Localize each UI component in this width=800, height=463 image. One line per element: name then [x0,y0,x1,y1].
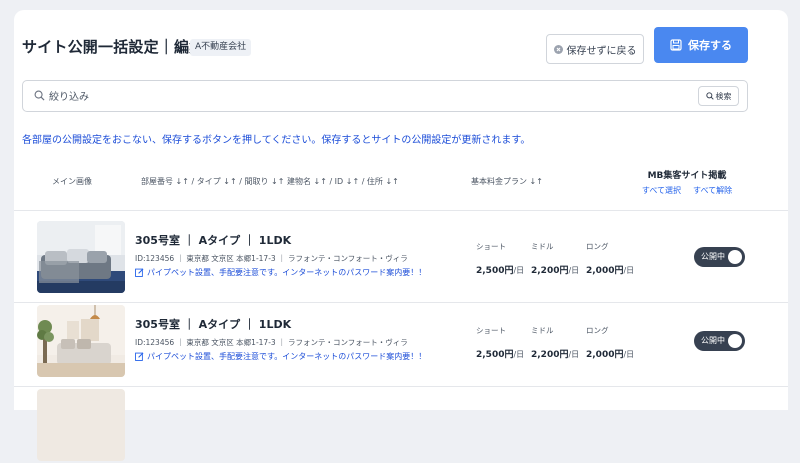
plan-label: ショート [476,326,506,335]
toggle-knob [728,334,742,348]
plan-label: ショート [476,242,506,251]
table-row: 305号室 ｜ Aタイプ ｜ 1LDK ID:123456 ｜ 東京都 文京区 … [14,210,788,295]
back-button-label: 保存せずに戻る [566,45,637,57]
page-title: サイト公開一括設定｜編集 [22,38,205,56]
search-icon [34,90,45,101]
floppy-disk-icon [670,39,682,51]
toggle-knob [728,250,742,264]
publish-toggle[interactable]: 公開中 [694,247,745,267]
room-meta: ID:123456 ｜ 東京都 文京区 本郷1-17-3 ｜ ラフォンテ・コンフ… [135,338,408,347]
edit-note-icon [135,268,144,277]
plan-price: 2,000円 [586,350,624,360]
search-bar: 検索 [22,80,748,112]
room-note: パイプペット設置、手配要注意です。インターネットのパスワード案内要！！ [135,351,426,362]
close-circle-icon [553,44,563,54]
plan-middle: ミドル 2,200円/日 [531,241,579,277]
plan-label: ロング [586,326,609,335]
column-header-mb-site: MB集客サイト掲載 [647,171,727,181]
column-header-plan[interactable]: 基本料金プラン ↓↑ [471,176,543,187]
room-photo [37,221,125,293]
plan-long: ロング 2,000円/日 [586,241,634,277]
plan-unit: /日 [623,266,635,275]
plan-unit: /日 [568,266,580,275]
plan-label: ロング [586,242,609,251]
plan-unit: /日 [513,350,525,359]
plan-short: ショート 2,500円/日 [476,241,524,277]
plan-short: ショート 2,500円/日 [476,325,524,361]
plan-middle: ミドル 2,200円/日 [531,325,579,361]
plan-label: ミドル [531,242,554,251]
plan-unit: /日 [623,350,635,359]
back-without-saving-button[interactable]: 保存せずに戻る [546,34,644,64]
room-meta: ID:123456 ｜ 東京都 文京区 本郷1-17-3 ｜ ラフォンテ・コンフ… [135,254,408,263]
room-note: パイプペット設置、手配要注意です。インターネットのパスワード案内要！！ [135,267,426,278]
publish-toggle[interactable]: 公開中 [694,331,745,351]
room-photo [37,305,125,377]
search-button-label: 検索 [715,91,732,101]
filter-input[interactable] [49,88,689,106]
save-button[interactable]: 保存する [654,27,748,63]
edit-note-icon [135,352,144,361]
plan-long: ロング 2,000円/日 [586,325,634,361]
plan-price: 2,000円 [586,266,624,276]
room-note-text: パイプペット設置、手配要注意です。インターネットのパスワード案内要！！ [147,268,427,277]
bulk-select-links: すべて選択 すべて解除 [632,185,742,196]
table-row [14,378,788,463]
plan-unit: /日 [513,266,525,275]
column-header-image: メイン画像 [52,177,92,186]
room-title: 305号室 ｜ Aタイプ ｜ 1LDK [135,234,292,247]
instruction-notice: 各部屋の公開設定をおこない、保存するボタンを押してください。保存するとサイトの公… [22,135,531,146]
room-note-text: パイプペット設置、手配要注意です。インターネットのパスワード案内要！！ [147,352,427,361]
room-title: 305号室 ｜ Aタイプ ｜ 1LDK [135,318,292,331]
plan-price: 2,500円 [476,266,514,276]
plan-label: ミドル [531,326,554,335]
plan-price: 2,200円 [531,350,569,360]
save-button-label: 保存する [688,39,732,52]
search-icon [705,92,714,100]
plan-unit: /日 [568,350,580,359]
plan-price: 2,500円 [476,350,514,360]
publish-status-label: 公開中 [701,336,725,345]
column-header-sort-fields[interactable]: 部屋番号 ↓↑ / タイプ ↓↑ / 間取り ↓↑ 建物名 ↓↑ / ID ↓↑… [141,176,399,187]
plan-price: 2,200円 [531,266,569,276]
clear-all-link[interactable]: すべて解除 [693,185,732,196]
select-all-link[interactable]: すべて選択 [642,185,681,196]
search-button[interactable]: 検索 [698,86,739,106]
table-row: 305号室 ｜ Aタイプ ｜ 1LDK ID:123456 ｜ 東京都 文京区 … [14,294,788,379]
company-badge: A不動産会社 [190,39,252,56]
publish-status-label: 公開中 [701,252,725,261]
